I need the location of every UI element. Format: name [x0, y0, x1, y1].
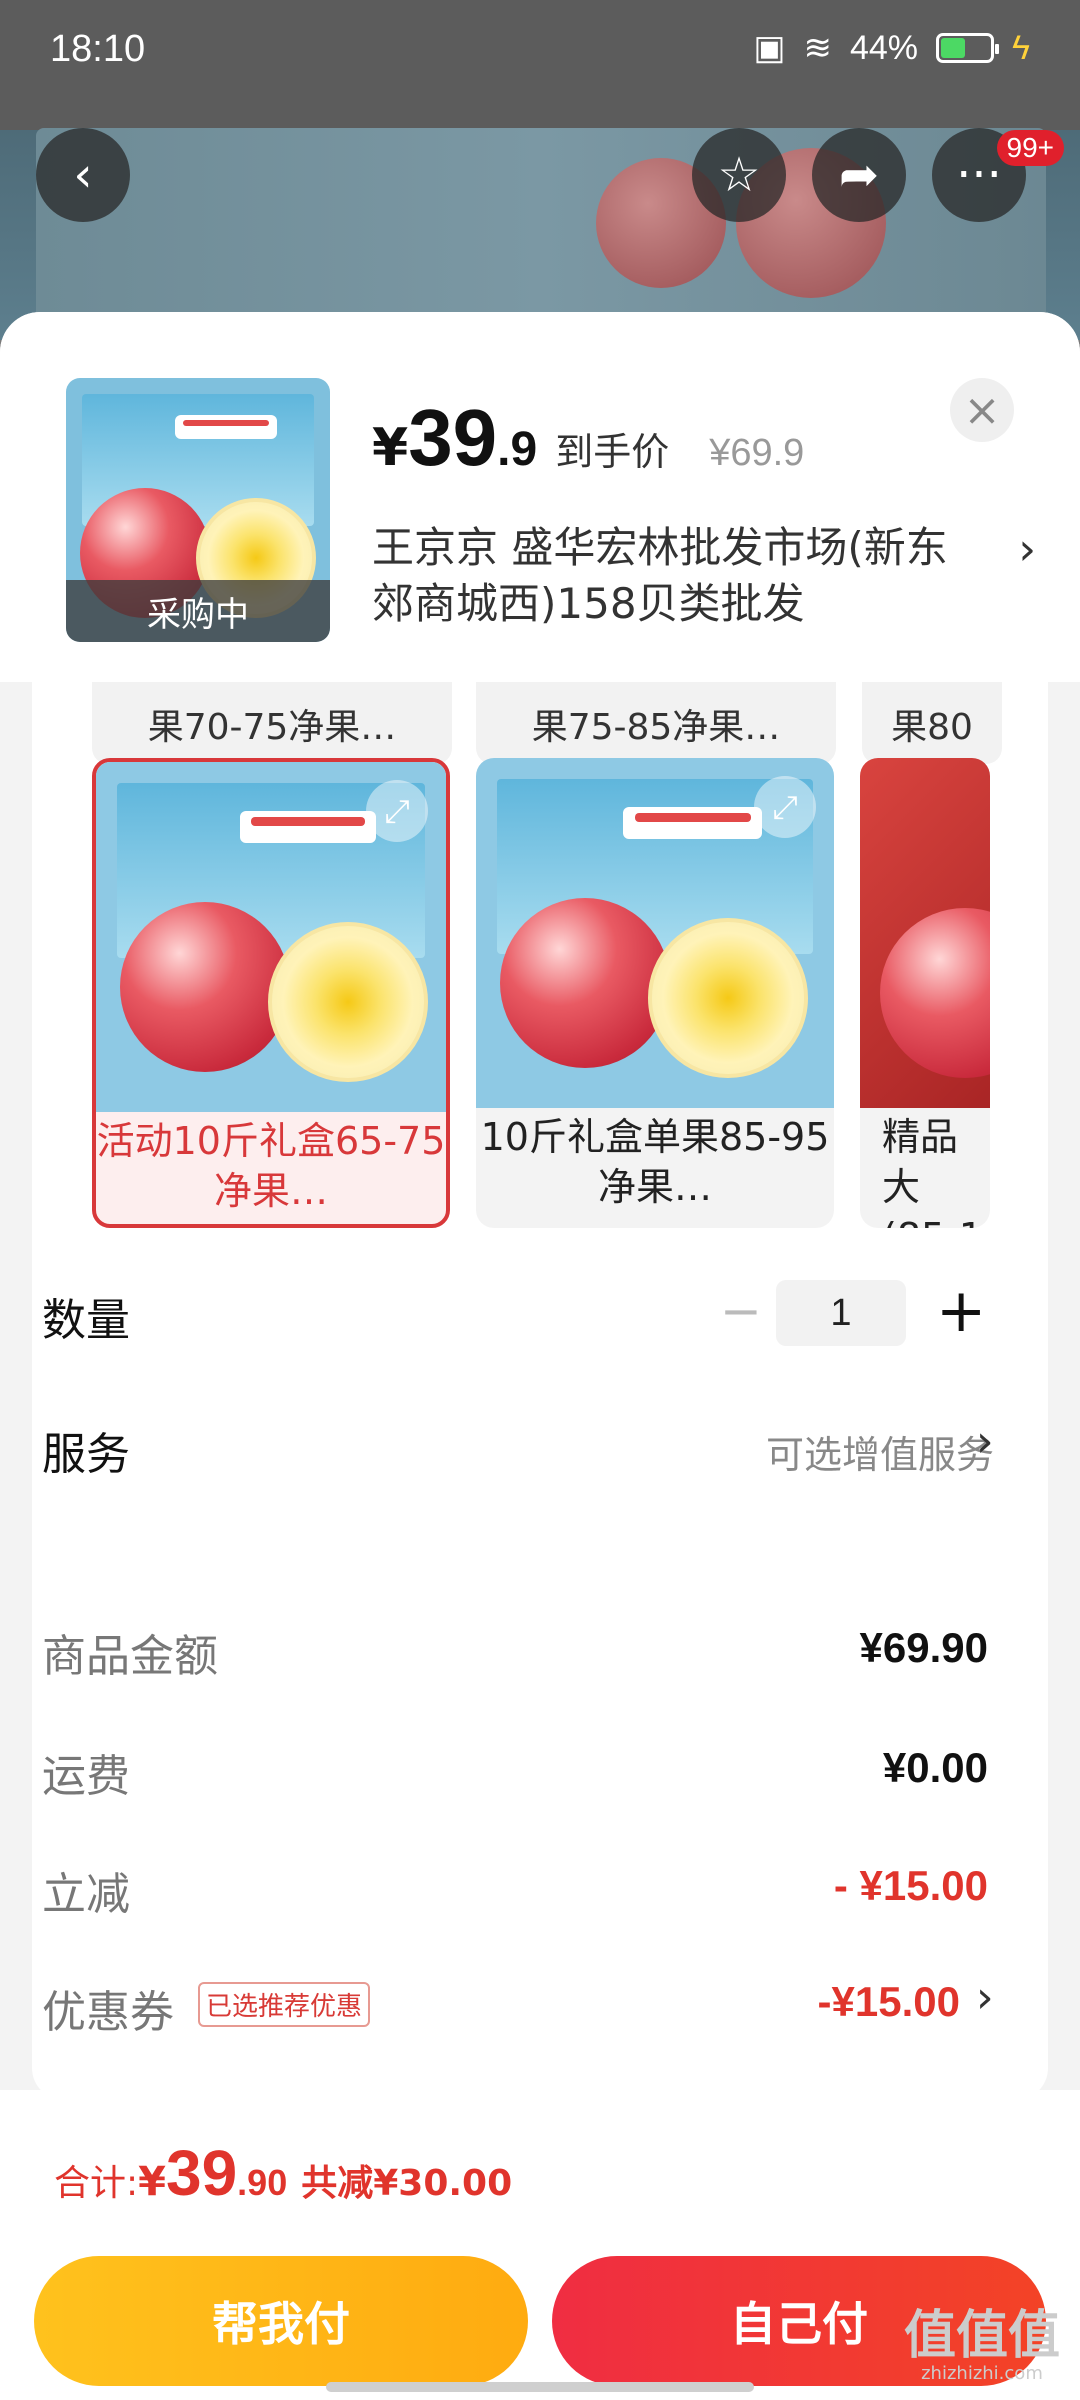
watermark-main: 值值值	[903, 2306, 1060, 2366]
status-bar: 18:10 ▣ ≋ 44% ϟ	[0, 0, 1080, 100]
expand-icon[interactable]: ⤢	[366, 780, 428, 842]
goods-amount-label: 商品金额	[42, 1631, 218, 1682]
chevron-right-icon[interactable]: ›	[1018, 524, 1036, 575]
quantity-decrease-button[interactable]: −	[720, 1282, 762, 1340]
spec-option-partial[interactable]: 果80	[862, 682, 1002, 764]
spec-option-image: ⤢	[476, 758, 834, 1108]
coupon-tag: 已选推荐优惠	[198, 1982, 371, 2027]
service-label: 服务	[42, 1429, 130, 1480]
star-icon: ☆	[717, 147, 761, 203]
battery-icon	[936, 33, 999, 63]
discount-label: 立减	[42, 1869, 130, 1920]
spec-option-partial[interactable]: 果75-85净果…	[476, 682, 836, 764]
sim-icon: ▣	[753, 29, 786, 67]
close-button[interactable]: ×	[950, 378, 1014, 442]
total-integer: 39	[165, 2137, 238, 2209]
home-indicator[interactable]	[326, 2382, 754, 2392]
total-row: 合计: ¥ 39 .90 共减¥30.00	[54, 2136, 512, 2210]
chevron-right-icon[interactable]: ›	[976, 1416, 994, 1467]
favorite-button[interactable]: ☆	[692, 128, 786, 222]
watermark-sub: zhizhizhi.com	[921, 2363, 1043, 2384]
quantity-label: 数量	[42, 1295, 130, 1346]
coupon-value[interactable]: -¥15.00	[818, 1978, 960, 2026]
spec-option-image	[860, 758, 990, 1108]
goods-amount-value: ¥69.90	[859, 1624, 988, 1671]
original-price: ¥69.9	[709, 432, 805, 474]
close-icon: ×	[963, 384, 1001, 436]
spec-option-label: 精品大(85-1	[882, 1115, 983, 1228]
spec-option-label: 活动10斤礼盒65-75净果…	[96, 1119, 446, 1213]
coupon-label: 优惠券	[42, 1987, 174, 2038]
shipping-value: ¥0.00	[882, 1744, 988, 1791]
purchasing-label: 采购中	[66, 580, 330, 642]
price-decimal: .9	[497, 423, 538, 476]
discount-value: - ¥15.00	[833, 1862, 988, 1909]
expand-icon[interactable]: ⤢	[754, 776, 816, 838]
share-icon: ➦	[838, 147, 880, 203]
share-button[interactable]: ➦	[812, 128, 906, 222]
service-value[interactable]: 可选增值服务	[766, 1424, 994, 1479]
price-integer: 39	[408, 393, 498, 482]
total-label: 合计:	[54, 2163, 139, 2204]
spec-option[interactable]: ⤢ 10斤礼盒单果85-95净果…	[476, 758, 834, 1228]
message-badge: 99+	[996, 130, 1064, 166]
total-decimal: .90	[237, 2162, 288, 2203]
watermark: 值值值 zhizhizhi.com	[904, 2310, 1060, 2386]
status-time: 18:10	[50, 28, 146, 70]
help-pay-button[interactable]: 帮我付	[34, 2256, 528, 2386]
quantity-increase-button[interactable]: +	[936, 1276, 986, 1346]
price-currency: ¥	[372, 418, 409, 478]
back-button[interactable]: ‹	[36, 128, 130, 222]
spec-option-selected[interactable]: ⤢ 活动10斤礼盒65-75净果…	[92, 758, 450, 1228]
total-currency: ¥	[138, 2159, 166, 2205]
chevron-right-icon[interactable]: ›	[976, 1972, 994, 2023]
battery-percent: 44%	[849, 28, 918, 67]
more-dots-icon: ···	[956, 147, 1002, 203]
total-saved: 共减¥30.00	[301, 2163, 513, 2204]
back-arrow-icon: ‹	[73, 147, 93, 203]
wifi-icon: ≋	[803, 29, 832, 67]
spec-option-partial[interactable]: 精品大(85-1	[860, 758, 990, 1228]
store-name[interactable]: 王京京 盛华宏林批发市场(新东郊商城西)158贝类批发	[372, 520, 982, 632]
status-icons: ▣ ≋ 44% ϟ	[753, 28, 1030, 68]
final-price-tag: 到手价	[555, 430, 670, 474]
spec-option-label: 10斤礼盒单果85-95净果…	[480, 1115, 830, 1209]
spec-option-image: ⤢	[96, 762, 446, 1112]
quantity-input[interactable]: 1	[776, 1280, 906, 1346]
charging-icon: ϟ	[1012, 28, 1030, 67]
product-thumbnail[interactable]: 采购中	[66, 378, 330, 642]
price-row: ¥ 39 .9 到手价 ¥69.9	[372, 392, 804, 484]
spec-row-partial: 果70-75净果… 果75-85净果… 果80	[92, 682, 1022, 764]
shipping-label: 运费	[42, 1751, 130, 1802]
sheet-header: 采购中 ¥ 39 .9 到手价 ¥69.9 × 王京京 盛华宏林批发市场(新东郊…	[0, 312, 1080, 682]
spec-option-partial[interactable]: 果70-75净果…	[92, 682, 452, 764]
